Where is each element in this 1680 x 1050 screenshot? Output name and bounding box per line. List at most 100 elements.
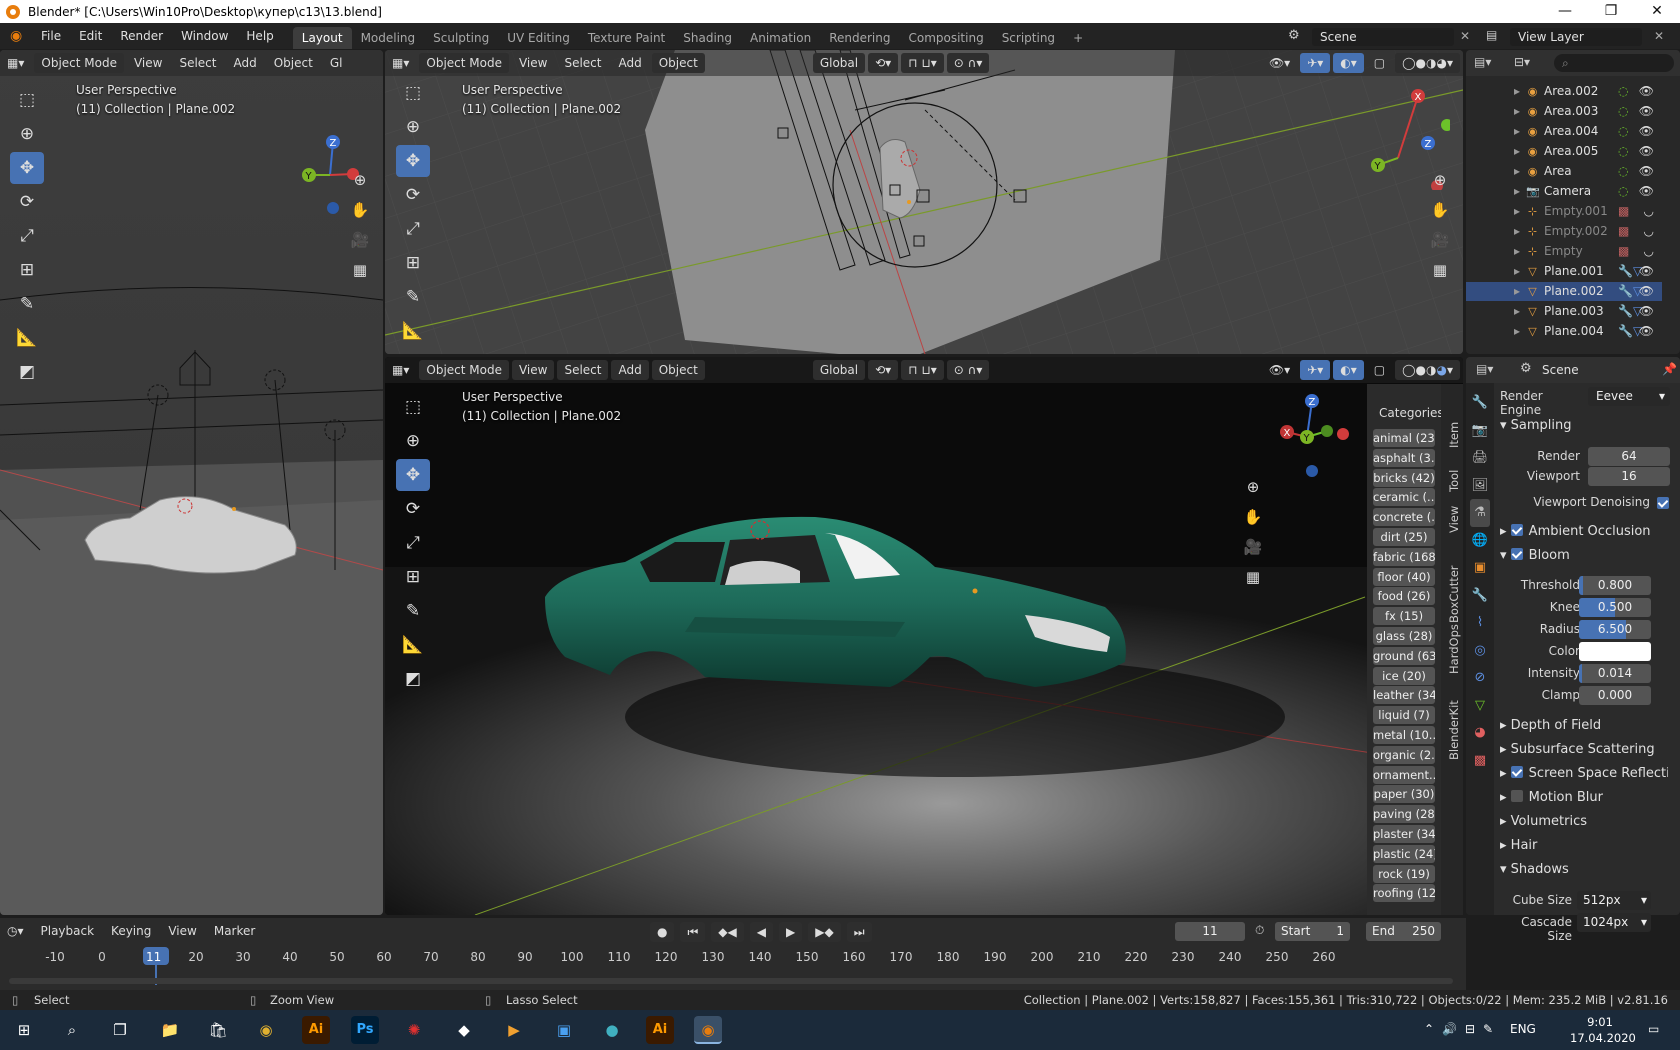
timeline-menu-keying[interactable]: Keying	[104, 921, 158, 941]
left-mode-dropdown[interactable]: Object Mode	[34, 53, 124, 73]
top-gizmo-toggle-icon[interactable]: ✈▾	[1300, 53, 1331, 73]
hair-panel-header[interactable]: ▸ Hair	[1500, 835, 1668, 857]
zoom-icon[interactable]: ⊕	[348, 168, 372, 192]
category-item[interactable]: bricks (42)	[1373, 468, 1435, 487]
object-data-icon[interactable]: ▩	[1618, 222, 1629, 241]
main-cursor-tool-icon[interactable]: ⊕	[396, 425, 430, 457]
ortho-grid-icon[interactable]: ▦	[348, 258, 372, 282]
top-snap-icon[interactable]: ⊓ ⊔▾	[901, 53, 944, 73]
tab-uv-editing[interactable]: UV Editing	[498, 27, 579, 49]
texture-tab-icon[interactable]: ▩	[1470, 747, 1490, 775]
search-icon[interactable]: ⌕	[58, 1016, 86, 1044]
top-camera-view-icon[interactable]: 🎥	[1428, 228, 1452, 252]
visibility-eye-icon[interactable]: 👁	[1639, 182, 1654, 201]
volumetrics-panel-header[interactable]: ▸ Volumetrics	[1500, 811, 1668, 833]
main-gizmo-toggle-icon[interactable]: ✈▾	[1300, 360, 1331, 380]
tab-scripting[interactable]: Scripting	[993, 27, 1064, 49]
bloom-panel-header[interactable]: ▾ Bloom	[1500, 545, 1668, 567]
outliner-row[interactable]: ▸ ◉ Area ◌ 👁	[1466, 162, 1662, 181]
particles-tab-icon[interactable]: ⌇	[1470, 609, 1490, 637]
blender-taskbar-icon[interactable]: ◉	[694, 1016, 722, 1044]
main-xray-icon[interactable]: ▢	[1367, 360, 1392, 380]
expand-arrow-icon[interactable]: ▸	[1514, 162, 1520, 181]
camera-view-icon[interactable]: 🎥	[348, 228, 372, 252]
category-item[interactable]: floor (40)	[1373, 567, 1435, 586]
cursor-tool-icon[interactable]: ⊕	[10, 118, 44, 150]
tab-rendering[interactable]: Rendering	[820, 27, 899, 49]
expand-arrow-icon[interactable]: ▸	[1514, 182, 1520, 201]
outliner-row[interactable]: ▸ ⊹ Empty.001 ▩ ◡	[1466, 202, 1662, 221]
main-scale-tool-icon[interactable]: ⤢	[396, 527, 430, 559]
visibility-eye-icon[interactable]: ◡	[1644, 222, 1654, 241]
visibility-eye-icon[interactable]: 👁	[1639, 122, 1654, 141]
category-item[interactable]: paper (30)	[1373, 785, 1435, 804]
properties-editor-type-icon[interactable]: ▤▾	[1476, 362, 1493, 376]
left-menu-select[interactable]: Select	[172, 53, 223, 73]
menu-help[interactable]: Help	[237, 23, 282, 49]
main-add-cube-tool-icon[interactable]: ◩	[396, 663, 430, 695]
expand-arrow-icon[interactable]: ▸	[1514, 102, 1520, 121]
category-item[interactable]: liquid (7)	[1373, 706, 1435, 725]
menu-edit[interactable]: Edit	[70, 23, 111, 49]
motion-blur-checkbox[interactable]	[1510, 790, 1523, 802]
category-item[interactable]: fx (15)	[1373, 607, 1435, 626]
visibility-eye-icon[interactable]: 👁	[1639, 162, 1654, 181]
outliner-row[interactable]: ▸ ◉ Area.004 ◌ 👁	[1466, 122, 1662, 141]
visibility-eye-icon[interactable]: 👁	[1639, 102, 1654, 121]
top-pivot-icon[interactable]: ⟲▾	[868, 53, 899, 73]
sidebar-tab-hardops[interactable]: HardOps	[1447, 584, 1461, 674]
output-tab-icon[interactable]: 🖨	[1470, 444, 1490, 472]
annotate-tool-icon[interactable]: ✎	[10, 288, 44, 320]
outliner-editor-type-icon[interactable]: ▤▾	[1474, 55, 1491, 69]
category-item[interactable]: ground (63)	[1373, 646, 1435, 665]
main-pivot-icon[interactable]: ⟲▾	[868, 360, 899, 380]
select-box-tool-icon[interactable]: ⬚	[10, 84, 44, 116]
top-scale-tool-icon[interactable]: ⤢	[396, 213, 430, 245]
menu-window[interactable]: Window	[172, 23, 237, 49]
expand-arrow-icon[interactable]: ▸	[1514, 202, 1520, 221]
file-explorer-icon[interactable]: 📁	[156, 1016, 184, 1044]
left-menu-object[interactable]: Object	[267, 53, 320, 73]
expand-arrow-icon[interactable]: ▸	[1514, 262, 1520, 281]
jump-start-button[interactable]: ⏮	[680, 922, 706, 942]
timeline-scrollbar[interactable]	[9, 978, 1453, 984]
top-rotate-tool-icon[interactable]: ⟳	[396, 179, 430, 211]
object-data-icon[interactable]: ◌	[1618, 102, 1628, 121]
top-editor-type-icon[interactable]: ▦▾	[385, 53, 416, 73]
visibility-eye-icon[interactable]: 👁	[1639, 82, 1654, 101]
cube-size-dropdown[interactable]: 512px ▾	[1577, 891, 1651, 910]
chrome-icon[interactable]: ◉	[252, 1016, 280, 1044]
physics-tab-icon[interactable]: ◎	[1470, 637, 1490, 665]
frame-start-field[interactable]: Start 1	[1275, 922, 1350, 941]
app-red-icon[interactable]: ✺	[400, 1016, 428, 1044]
main-menu-view[interactable]: View	[511, 360, 555, 380]
render-tab-icon[interactable]: 📷	[1470, 417, 1490, 445]
next-keyframe-button[interactable]: ▶◆	[808, 922, 841, 942]
main-annotate-tool-icon[interactable]: ✎	[396, 595, 430, 627]
illustrator-icon[interactable]: Ai	[302, 1016, 330, 1044]
viewport-samples-field[interactable]: 16	[1588, 467, 1670, 486]
top-cursor-tool-icon[interactable]: ⊕	[396, 111, 430, 143]
top-menu-select[interactable]: Select	[557, 53, 608, 73]
windows-start-icon[interactable]: ⊞	[10, 1016, 38, 1044]
outliner-row[interactable]: ▸ 📷 Camera ◌ 👁	[1466, 182, 1662, 201]
sidebar-tab-blenderkit[interactable]: BlenderKit	[1447, 670, 1461, 760]
category-item[interactable]: metal (10...	[1373, 726, 1435, 744]
main-nav-gizmo[interactable]: Z X Y	[1275, 389, 1355, 479]
render-samples-field[interactable]: 64	[1588, 447, 1670, 466]
top-pan-hand-icon[interactable]: ✋	[1428, 198, 1452, 222]
scene-close-icon[interactable]: ✕	[1460, 29, 1470, 43]
category-item[interactable]: plaster (34)	[1373, 825, 1435, 843]
expand-arrow-icon[interactable]: ▸	[1514, 282, 1520, 301]
ssr-panel-header[interactable]: ▸ Screen Space Reflections	[1500, 763, 1668, 785]
tab-modeling[interactable]: Modeling	[352, 27, 425, 49]
ambient-occlusion-panel-header[interactable]: ▸ Ambient Occlusion	[1500, 521, 1668, 543]
ambient-occlusion-checkbox[interactable]	[1510, 524, 1523, 536]
jump-end-button[interactable]: ⏭	[846, 922, 872, 942]
category-item[interactable]: rock (19)	[1373, 864, 1435, 883]
category-item[interactable]: leather (34)	[1373, 686, 1435, 705]
category-item[interactable]: organic (2...	[1373, 745, 1435, 764]
ssr-checkbox[interactable]	[1510, 766, 1523, 778]
visibility-eye-icon[interactable]: 👁	[1639, 142, 1654, 161]
main-select-tool-icon[interactable]: ⬚	[396, 391, 430, 423]
